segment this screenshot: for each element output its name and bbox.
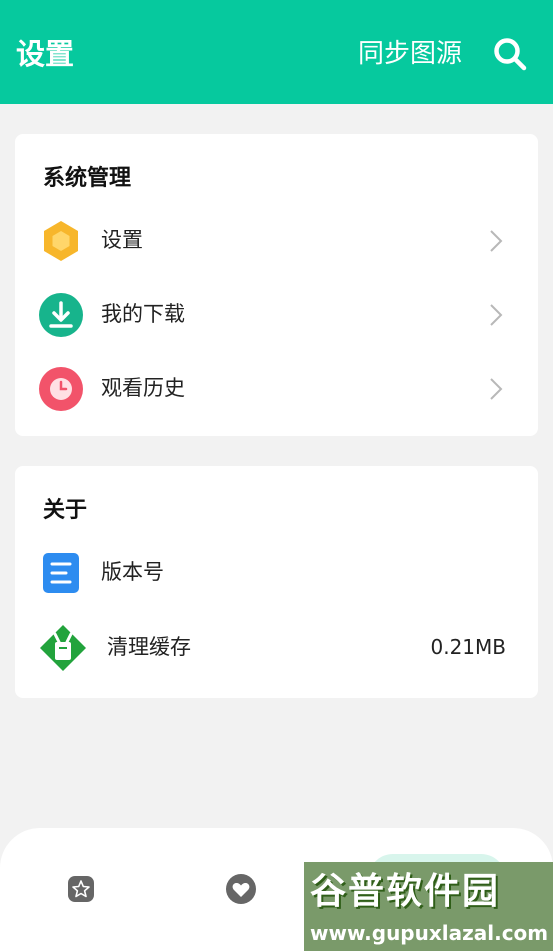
chevron-right-icon: [490, 230, 503, 252]
download-icon: [39, 293, 83, 337]
watermark-url-text: www.gupuxlazal.com: [310, 921, 549, 945]
sync-image-source-button[interactable]: 同步图源: [358, 36, 462, 72]
broom-icon: [40, 625, 86, 671]
my-downloads-label: 我的下载: [101, 302, 185, 326]
watermark: 谷普软件园 www.gupuxlazal.com: [304, 862, 553, 951]
watch-history-row[interactable]: 观看历史: [15, 359, 538, 419]
system-management-card: 系统管理 设置 我的下载 观看历史: [15, 134, 538, 436]
version-label: 版本号: [101, 560, 164, 584]
section-title-about: 关于: [43, 498, 88, 523]
clear-cache-label: 清理缓存: [107, 635, 191, 659]
watch-history-label: 观看历史: [101, 376, 185, 400]
settings-label: 设置: [101, 228, 143, 252]
about-card: 关于 版本号 清理缓存 0.21MB: [15, 466, 538, 698]
version-row[interactable]: 版本号: [15, 543, 538, 603]
settings-row[interactable]: 设置: [15, 211, 538, 271]
document-icon: [43, 553, 79, 593]
search-icon[interactable]: [492, 36, 528, 72]
heart-icon[interactable]: [225, 873, 257, 905]
clock-icon: [39, 367, 83, 411]
chevron-right-icon: [490, 378, 503, 400]
section-title-system: 系统管理: [43, 166, 132, 191]
chevron-right-icon: [490, 304, 503, 326]
my-downloads-row[interactable]: 我的下载: [15, 285, 538, 345]
clear-cache-row[interactable]: 清理缓存 0.21MB: [15, 618, 538, 678]
cache-size-value: 0.21MB: [430, 635, 506, 659]
star-icon[interactable]: [65, 873, 97, 905]
top-app-bar: 设置 同步图源: [0, 0, 553, 104]
page-title: 设置: [16, 37, 75, 71]
hexagon-settings-icon: [44, 221, 78, 261]
watermark-logo-text: 谷普软件园: [310, 871, 501, 912]
